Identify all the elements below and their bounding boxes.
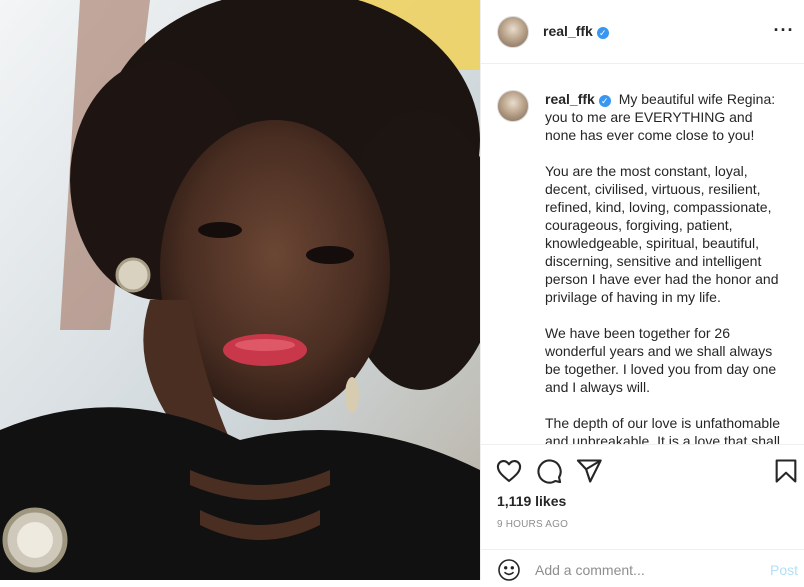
post-comment-button[interactable]: Post: [770, 562, 798, 578]
emoji-icon[interactable]: [497, 558, 521, 582]
post-actions: 1,119 likes 9 HOURS AGO Post: [481, 444, 804, 582]
caption: real_ffk ✓ My beautiful wife Regina: you …: [545, 90, 787, 444]
caption-username-text[interactable]: real_ffk: [545, 91, 595, 107]
post-image: [0, 0, 480, 580]
author-username-text[interactable]: real_ffk: [543, 23, 593, 39]
comments-section[interactable]: real_ffk ✓ My beautiful wife Regina: you …: [481, 70, 804, 444]
caption-paragraph-2: You are the most constant, loyal, decent…: [545, 163, 779, 305]
share-icon[interactable]: [575, 457, 603, 485]
author-avatar[interactable]: [497, 16, 529, 48]
caption-paragraph-3: We have been together for 26 wonderful y…: [545, 325, 777, 395]
verified-badge-icon: ✓: [596, 27, 609, 39]
post-timestamp[interactable]: 9 HOURS AGO: [497, 519, 568, 530]
verified-badge-icon: ✓: [598, 95, 611, 107]
caption-username[interactable]: real_ffk ✓: [545, 91, 611, 107]
bookmark-icon[interactable]: [772, 457, 800, 485]
post-header: real_ffk ✓ ···: [481, 0, 804, 64]
add-comment-bar: Post: [481, 549, 804, 582]
like-count[interactable]: 1,119 likes: [497, 493, 566, 509]
caption-paragraph-1: real_ffk ✓ My beautiful wife Regina: you …: [545, 90, 787, 144]
post-photo[interactable]: [0, 0, 480, 580]
post-sidebar: real_ffk ✓ ··· real_ffk ✓ My beautiful wif…: [480, 0, 804, 582]
heart-icon[interactable]: [495, 457, 523, 485]
author-username[interactable]: real_ffk ✓: [543, 23, 609, 39]
caption-paragraph-4: The depth of our love is unfathomable an…: [545, 415, 781, 444]
more-horizontal-icon[interactable]: ···: [772, 20, 796, 44]
caption-author-avatar[interactable]: [497, 90, 529, 122]
comment-icon[interactable]: [535, 457, 563, 485]
comment-input[interactable]: [535, 558, 755, 582]
